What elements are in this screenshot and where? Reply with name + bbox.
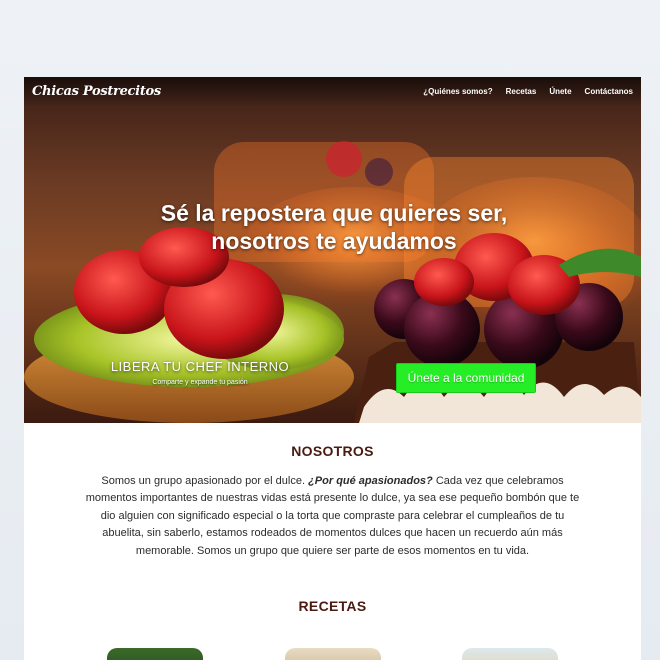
recipe-thumbnail[interactable] [462,648,558,660]
hero-tagline: LIBERA TU CHEF INTERNO [110,359,290,374]
hero-banner: Chicas Postrecitos ¿Quiénes somos? Recet… [24,77,641,423]
about-text-intro: Somos un grupo apasionado por el dulce. [101,475,309,487]
top-navbar: Chicas Postrecitos ¿Quiénes somos? Recet… [24,77,641,105]
about-text: Somos un grupo apasionado por el dulce. … [84,473,581,560]
about-question: ¿Por qué apasionados? [308,475,433,487]
recipes-section-title: RECETAS [298,598,367,614]
nav-item-unete[interactable]: Únete [549,87,571,96]
nav-menu: ¿Quiénes somos? Recetas Únete Contáctano… [423,87,633,96]
hero-tagline-sub: Comparte y expande tu pasión [152,379,248,386]
hero-title-line2: nosotros te ayudamos [211,228,457,254]
nav-item-recetas[interactable]: Recetas [506,87,537,96]
about-section-title: NOSOTROS [291,443,374,459]
nav-item-contactanos[interactable]: Contáctanos [585,87,633,96]
recipe-thumbnail[interactable] [285,648,381,660]
hero-title: Sé la repostera que quieres ser, nosotro… [124,199,544,255]
brand-logo[interactable]: Chicas Postrecitos [32,84,161,99]
about-text-body: Cada vez que celebramos momentos importa… [85,475,580,557]
recipe-thumbnail[interactable] [107,648,203,660]
nav-item-quienes-somos[interactable]: ¿Quiénes somos? [423,87,492,96]
page-container: Chicas Postrecitos ¿Quiénes somos? Recet… [24,77,641,660]
hero-title-line1: Sé la repostera que quieres ser, [160,200,508,226]
join-community-button[interactable]: Únete a la comunidad [396,363,536,393]
